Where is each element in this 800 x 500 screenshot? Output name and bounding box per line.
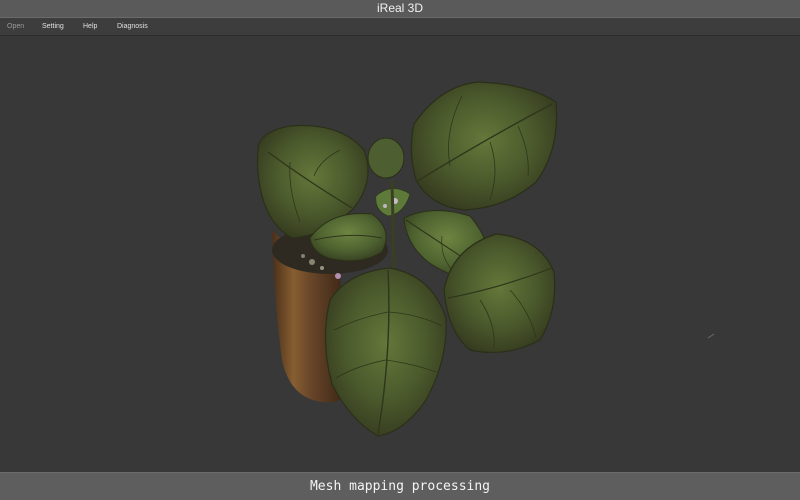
plant-model[interactable] xyxy=(0,36,800,472)
menu-open[interactable]: Open xyxy=(7,18,24,35)
leaf-bottom xyxy=(324,267,447,437)
menu-setting[interactable]: Setting xyxy=(42,18,64,35)
3d-viewport[interactable] xyxy=(0,36,800,472)
app-window: iReal 3D Open Setting Help Diagnosis Mes… xyxy=(0,0,800,500)
window-title: iReal 3D xyxy=(376,1,424,15)
status-bar: Mesh mapping processing xyxy=(0,472,800,500)
menu-bar: Open Setting Help Diagnosis xyxy=(0,18,800,36)
status-text: Mesh mapping processing xyxy=(309,479,490,494)
stem xyxy=(390,179,396,269)
leaf-top-right xyxy=(410,81,558,211)
stray-point xyxy=(707,333,715,339)
menu-diagnosis[interactable]: Diagnosis xyxy=(117,18,148,35)
title-bar: iReal 3D xyxy=(0,0,800,18)
menu-help[interactable]: Help xyxy=(83,18,97,35)
bud-leaf-top xyxy=(367,137,405,179)
